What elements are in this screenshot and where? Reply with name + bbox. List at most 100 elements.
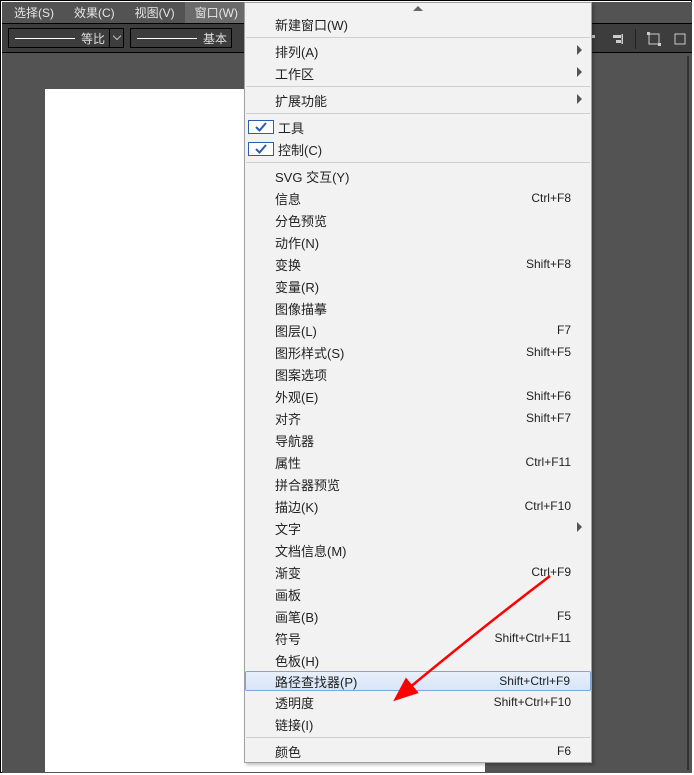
menu-item-label: 符号 [271, 629, 495, 648]
menu-item[interactable]: 颜色F6 [245, 740, 591, 762]
menu-item-label: 导航器 [271, 431, 591, 450]
menubar-item-select[interactable]: 选择(S) [4, 2, 64, 23]
chevron-down-icon [109, 29, 123, 47]
menu-item-label: 图案选项 [271, 365, 591, 384]
menu-item-label: 信息 [271, 189, 531, 208]
menu-item[interactable]: 描边(K)Ctrl+F10 [245, 495, 591, 517]
toolbar-combo-scale-label: 等比 [81, 30, 109, 47]
menu-item[interactable]: 变换Shift+F8 [245, 253, 591, 275]
shape-icon[interactable] [672, 31, 688, 47]
transform-icon[interactable] [646, 31, 662, 47]
menu-item-label: 动作(N) [271, 233, 591, 252]
menu-item-label: 图形样式(S) [271, 343, 526, 362]
menu-item[interactable]: 拼合器预览 [245, 473, 591, 495]
menu-item-shortcut: Shift+F5 [526, 345, 591, 359]
menu-item-label: 链接(I) [271, 715, 591, 734]
menu-item-label: 图层(L) [271, 321, 557, 340]
menu-item-label: 渐变 [271, 563, 531, 582]
menu-item[interactable]: 画笔(B)F5 [245, 605, 591, 627]
submenu-arrow-icon [577, 66, 583, 80]
menu-item-label: 画笔(B) [271, 607, 557, 626]
menu-item[interactable]: 动作(N) [245, 231, 591, 253]
submenu-arrow-icon [577, 93, 583, 107]
toolbar-combo-scale[interactable]: 等比 [8, 28, 124, 48]
menu-item[interactable]: SVG 交互(Y) [245, 165, 591, 187]
menu-item-label: 属性 [271, 453, 526, 472]
menu-item[interactable]: 变量(R) [245, 275, 591, 297]
menu-separator [246, 37, 590, 38]
menu-item-label: 文字 [271, 519, 591, 538]
menu-item[interactable]: 文档信息(M) [245, 539, 591, 561]
menu-item[interactable]: 工作区 [245, 62, 591, 84]
menu-item[interactable]: 图案选项 [245, 363, 591, 385]
menu-item[interactable]: 分色预览 [245, 209, 591, 231]
menu-item-shortcut: F6 [557, 744, 591, 758]
menu-item[interactable]: 扩展功能 [245, 89, 591, 111]
menu-scroll-up-icon[interactable] [245, 3, 591, 13]
menu-item-shortcut: Shift+Ctrl+F9 [499, 674, 590, 688]
menu-item-label: 工具 [274, 118, 591, 137]
menu-item-label: 文档信息(M) [271, 541, 591, 560]
menu-item[interactable]: 新建窗口(W) [245, 13, 591, 35]
menu-item[interactable]: 路径查找器(P)Shift+Ctrl+F9 [245, 671, 591, 691]
menu-item[interactable]: 图层(L)F7 [245, 319, 591, 341]
menu-item[interactable]: 画板 [245, 583, 591, 605]
menu-item[interactable]: 透明度Shift+Ctrl+F10 [245, 691, 591, 713]
menu-item[interactable]: 工具 [245, 116, 591, 138]
menu-item-shortcut: F7 [557, 323, 591, 337]
submenu-arrow-icon [577, 521, 583, 535]
menu-item[interactable]: 外观(E)Shift+F6 [245, 385, 591, 407]
checkmark-icon [248, 120, 274, 134]
menu-item-shortcut: Ctrl+F11 [526, 455, 591, 469]
panel-edge [687, 56, 689, 770]
checkmark-icon [248, 142, 274, 156]
menu-item-shortcut: F5 [557, 609, 591, 623]
menu-item-label: 图像描摹 [271, 299, 591, 318]
menu-item-shortcut: Shift+F7 [526, 411, 591, 425]
toolbar-separator [635, 29, 636, 49]
menu-separator [246, 737, 590, 738]
menubar-item-window[interactable]: 窗口(W) [185, 2, 248, 23]
menu-item[interactable]: 对齐Shift+F7 [245, 407, 591, 429]
menu-item-label: 拼合器预览 [271, 475, 591, 494]
menu-item[interactable]: 图形样式(S)Shift+F5 [245, 341, 591, 363]
menu-item[interactable]: 色板(H) [245, 649, 591, 671]
menu-item-label: 路径查找器(P) [272, 672, 499, 691]
menubar-item-effect[interactable]: 效果(C) [64, 2, 125, 23]
menu-item-label: 扩展功能 [271, 91, 591, 110]
menu-item[interactable]: 属性Ctrl+F11 [245, 451, 591, 473]
menu-item-shortcut: Ctrl+F10 [525, 499, 591, 513]
toolbar-right [583, 24, 688, 54]
menu-item[interactable]: 控制(C) [245, 138, 591, 160]
align-right-icon[interactable] [609, 31, 625, 47]
menu-item-label: 分色预览 [271, 211, 591, 230]
menu-item[interactable]: 文字 [245, 517, 591, 539]
menu-separator [246, 113, 590, 114]
menu-item-label: 颜色 [271, 742, 557, 761]
menu-item-label: 色板(H) [271, 651, 591, 670]
menu-item[interactable]: 排列(A) [245, 40, 591, 62]
menu-item[interactable]: 符号Shift+Ctrl+F11 [245, 627, 591, 649]
menu-item-label: 工作区 [271, 64, 591, 83]
app-frame: 选择(S) 效果(C) 视图(V) 窗口(W) 等比 基本 新建窗口(W) 排列(… [0, 0, 692, 773]
window-menu: 新建窗口(W)排列(A)工作区扩展功能工具控制(C)SVG 交互(Y)信息Ctr… [244, 2, 592, 763]
menu-item[interactable]: 导航器 [245, 429, 591, 451]
menu-item[interactable]: 图像描摹 [245, 297, 591, 319]
menu-item[interactable]: 信息Ctrl+F8 [245, 187, 591, 209]
menu-item[interactable]: 渐变Ctrl+F9 [245, 561, 591, 583]
menu-separator [246, 86, 590, 87]
menu-item-shortcut: Shift+Ctrl+F11 [495, 631, 591, 645]
menu-item-shortcut: Ctrl+F8 [531, 191, 591, 205]
menu-item-label: 变量(R) [271, 277, 591, 296]
menu-item-label: 控制(C) [274, 140, 591, 159]
menu-item-label: 透明度 [271, 693, 494, 712]
toolbar-combo-basic[interactable]: 基本 [130, 28, 232, 48]
menu-item-shortcut: Shift+F6 [526, 389, 591, 403]
toolbar-combo-basic-label: 基本 [203, 30, 231, 47]
menu-item-label: 外观(E) [271, 387, 526, 406]
menu-item-label: 排列(A) [271, 42, 591, 61]
menubar-item-view[interactable]: 视图(V) [125, 2, 185, 23]
menu-item-label: 对齐 [271, 409, 526, 428]
menu-item[interactable]: 链接(I) [245, 713, 591, 735]
menu-item-label: SVG 交互(Y) [271, 167, 591, 186]
